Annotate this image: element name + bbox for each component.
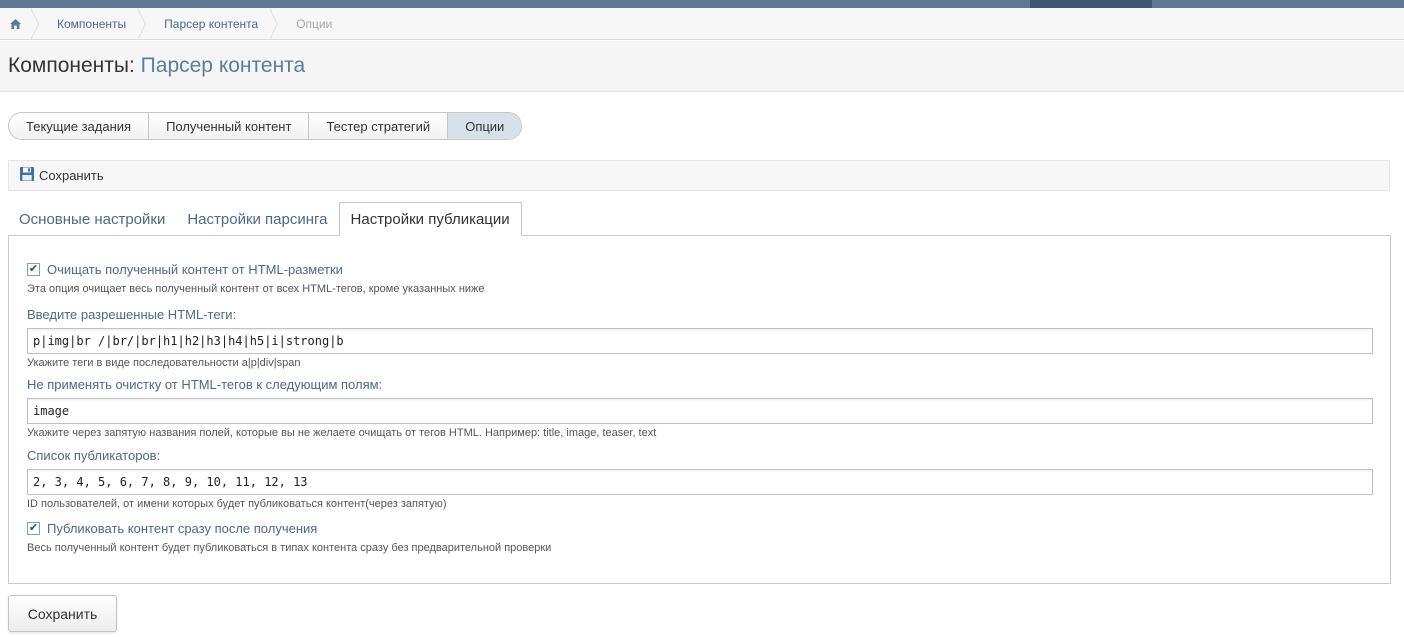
page-title: Компоненты: Парсер контента	[8, 54, 305, 78]
publish-immediately-option[interactable]: ✔ Публиковать контент сразу после получе…	[27, 521, 551, 536]
breadcrumb-item-options: Опции	[296, 16, 333, 31]
skip-fields-group: Не применять очистку от HTML-тегов к сле…	[27, 377, 1373, 439]
skip-fields-hint: Укажите через запятую названия полей, ко…	[27, 427, 657, 439]
publish-immediately-group: ✔ Публиковать контент сразу после получе…	[27, 521, 551, 554]
toolbar-save-button[interactable]: Сохранить	[19, 166, 104, 185]
allowed-tags-group: Введите разрешенные HTML-теги: Укажите т…	[27, 307, 1373, 369]
settings-tabs: Основные настройки Настройки парсинга На…	[8, 202, 522, 236]
breadcrumb-home[interactable]	[0, 7, 39, 40]
publishers-input[interactable]	[27, 469, 1373, 495]
publish-immediately-hint: Весь полученный контент будет публиковат…	[27, 542, 552, 554]
strip-html-label: Очищать полученный контент от HTML-разме…	[47, 262, 343, 277]
publishers-hint: ID пользователей, от имени которых будет…	[27, 498, 447, 510]
publish-immediately-label: Публиковать контент сразу после получени…	[47, 521, 318, 536]
strip-html-group: ✔ Очищать полученный контент от HTML-раз…	[27, 262, 485, 295]
strip-html-option[interactable]: ✔ Очищать полученный контент от HTML-раз…	[27, 262, 485, 277]
tab-options[interactable]: Опции	[448, 113, 522, 139]
breadcrumb-item-parser[interactable]: Парсер контента	[140, 7, 279, 40]
tab-received-content[interactable]: Полученный контент	[149, 113, 310, 139]
breadcrumb-item-components[interactable]: Компоненты	[33, 7, 147, 40]
allowed-tags-hint: Укажите теги в виде последовательности a…	[27, 357, 301, 369]
tab-current-tasks[interactable]: Текущие задания	[9, 113, 150, 139]
page-title-sub: Парсер контента	[140, 54, 306, 77]
section-tabs: Текущие задания Полученный контент Тесте…	[8, 112, 523, 140]
tab-parsing-settings[interactable]: Настройки парсинга	[176, 202, 338, 236]
toolbar-save-label: Сохранить	[39, 168, 104, 183]
toolbar: Сохранить	[8, 160, 1390, 191]
publish-immediately-checkbox[interactable]: ✔	[27, 522, 40, 535]
skip-fields-input[interactable]	[27, 398, 1373, 424]
page-header: Компоненты: Парсер контента	[0, 41, 1404, 92]
allowed-tags-label: Введите разрешенные HTML-теги:	[27, 307, 237, 322]
strip-html-hint: Эта опция очищает весь полученный контен…	[27, 283, 485, 295]
skip-fields-label: Не применять очистку от HTML-тегов к сле…	[27, 377, 383, 392]
top-bar-accent	[1030, 0, 1152, 8]
allowed-tags-input[interactable]	[27, 328, 1373, 354]
publication-settings-panel: ✔ Очищать полученный контент от HTML-раз…	[8, 235, 1391, 584]
breadcrumb: Компоненты Парсер контента Опции	[0, 7, 1404, 40]
publishers-label: Список публикаторов:	[27, 448, 161, 463]
tab-basic-settings[interactable]: Основные настройки	[8, 202, 176, 236]
page-title-prefix: Компоненты:	[8, 54, 135, 77]
home-icon	[10, 18, 21, 29]
strip-html-checkbox[interactable]: ✔	[27, 263, 40, 276]
tab-strategy-tester[interactable]: Тестер стратегий	[309, 113, 449, 139]
save-button[interactable]: Сохранить	[8, 595, 117, 632]
floppy-disk-icon	[19, 166, 35, 185]
tab-publication-settings[interactable]: Настройки публикации	[338, 202, 522, 236]
publishers-group: Список публикаторов: ID пользователей, о…	[27, 448, 1373, 510]
